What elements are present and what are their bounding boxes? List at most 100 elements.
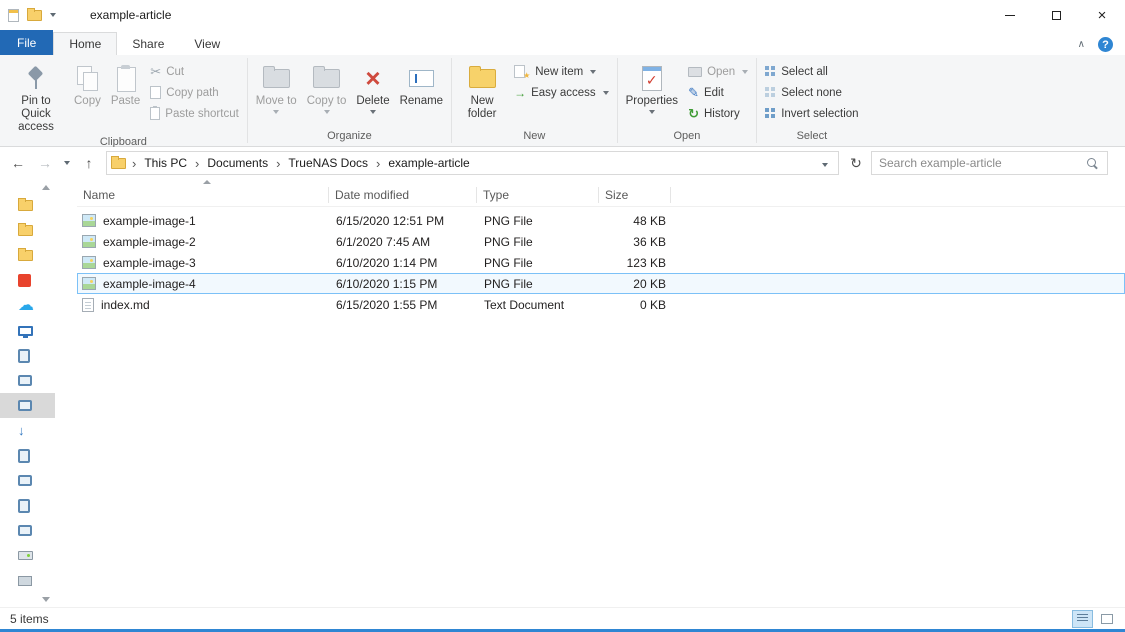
new-group-label: New — [452, 129, 617, 146]
device-icon — [18, 400, 32, 411]
refresh-icon: ↻ — [850, 155, 862, 172]
paste-shortcut-button[interactable]: Paste shortcut — [145, 103, 244, 124]
up-button[interactable]: ↑ — [77, 151, 101, 175]
sidebar-item-device[interactable] — [0, 368, 55, 393]
delete-button[interactable]: × Delete — [351, 58, 394, 114]
recent-locations-button[interactable] — [60, 161, 74, 165]
select-all-button[interactable]: Select all — [760, 61, 863, 82]
copy-button[interactable]: Copy — [69, 58, 106, 108]
minimize-button[interactable] — [987, 0, 1033, 30]
crumb-separator-icon: › — [370, 156, 386, 171]
new-folder-button[interactable]: New folder — [455, 58, 509, 121]
details-view-icon — [1077, 614, 1088, 623]
tab-view[interactable]: View — [179, 33, 235, 55]
open-button[interactable]: Open — [683, 61, 753, 82]
file-list: Name Date modified Type Size example-ima… — [55, 179, 1125, 607]
easy-access-button[interactable]: → Easy access — [509, 82, 614, 103]
cloud-icon: ☁ — [18, 299, 34, 313]
tab-file[interactable]: File — [0, 30, 53, 55]
pin-to-quick-access-button[interactable]: Pin to Quick access — [3, 58, 69, 134]
file-row[interactable]: example-image-3 6/10/2020 1:14 PM PNG Fi… — [77, 252, 1125, 273]
forward-button[interactable]: → — [33, 151, 57, 175]
new-item-button[interactable]: ★ New item — [509, 61, 614, 82]
file-row[interactable]: index.md 6/15/2020 1:55 PM Text Document… — [77, 294, 1125, 315]
png-file-icon — [82, 256, 96, 269]
sidebar-item-device[interactable] — [0, 468, 55, 493]
breadcrumb-this-pc[interactable]: This PC — [142, 156, 189, 170]
device-icon — [18, 499, 30, 513]
file-row-selected[interactable]: example-image-4 6/10/2020 1:15 PM PNG Fi… — [77, 273, 1125, 294]
scroll-down-icon — [42, 597, 50, 602]
sidebar-item-device[interactable] — [0, 518, 55, 543]
file-row[interactable]: example-image-2 6/1/2020 7:45 AM PNG Fil… — [77, 231, 1125, 252]
history-button[interactable]: ↻ History — [683, 103, 753, 124]
column-header-size[interactable]: Size — [599, 187, 671, 203]
folder-icon[interactable] — [27, 10, 42, 21]
file-row[interactable]: example-image-1 6/15/2020 12:51 PM PNG F… — [77, 210, 1125, 231]
search-input[interactable] — [872, 156, 1086, 170]
sidebar-item-this-pc[interactable] — [0, 318, 55, 343]
invert-selection-button[interactable]: Invert selection — [760, 103, 863, 124]
qat-customize-icon[interactable] — [50, 13, 56, 17]
copy-to-button[interactable]: Copy to — [302, 58, 352, 114]
properties-button[interactable]: ✓ Properties — [621, 58, 683, 114]
details-view-button[interactable] — [1072, 610, 1093, 628]
edit-button[interactable]: ✎ Edit — [683, 82, 753, 103]
breadcrumb-example-article[interactable]: example-article — [386, 156, 471, 170]
close-button[interactable]: × — [1079, 0, 1125, 30]
sidebar-item-quick-access-folder[interactable] — [0, 193, 55, 218]
text-document-icon — [82, 298, 94, 312]
breadcrumb[interactable]: › This PC › Documents › TrueNAS Docs › e… — [106, 151, 839, 175]
nav-scroll-up[interactable] — [0, 181, 55, 193]
check-icon: ✓ — [646, 72, 658, 89]
nav-scroll-down[interactable] — [0, 593, 55, 605]
column-header-date-modified[interactable]: Date modified — [329, 187, 477, 203]
column-header-name[interactable]: Name — [77, 187, 329, 203]
sidebar-item-device[interactable] — [0, 493, 55, 518]
address-dropdown-icon[interactable] — [816, 154, 834, 172]
sidebar-item-app[interactable] — [0, 268, 55, 293]
properties-icon[interactable] — [8, 9, 19, 22]
monitor-icon — [18, 326, 33, 336]
sidebar-item-onedrive[interactable]: ☁ — [0, 293, 55, 318]
tab-share[interactable]: Share — [117, 33, 179, 55]
copy-path-button[interactable]: Copy path — [145, 82, 244, 103]
thumbnails-view-button[interactable] — [1096, 610, 1117, 628]
sidebar-item-device[interactable] — [0, 443, 55, 468]
select-group-label: Select — [757, 129, 866, 146]
copy-icon — [75, 65, 99, 91]
refresh-button[interactable]: ↻ — [844, 151, 868, 175]
sidebar-item-drive[interactable] — [0, 543, 55, 568]
maximize-button[interactable] — [1033, 0, 1079, 30]
help-icon[interactable]: ? — [1098, 37, 1113, 52]
collapse-ribbon-icon[interactable]: ∧ — [1078, 39, 1085, 50]
tab-home[interactable]: Home — [53, 32, 117, 55]
back-button[interactable]: ← — [6, 151, 30, 175]
sidebar-item-network[interactable] — [0, 568, 55, 593]
paste-button[interactable]: Paste — [106, 58, 145, 108]
file-explorer-window: example-article × File Home Share View ∧… — [0, 0, 1125, 632]
column-header-type[interactable]: Type — [477, 187, 599, 203]
breadcrumb-documents[interactable]: Documents — [205, 156, 270, 170]
device-icon — [18, 449, 30, 463]
folder-icon — [18, 250, 33, 261]
sidebar-item-selected[interactable] — [0, 393, 55, 418]
cut-button[interactable]: ✂ Cut — [145, 61, 244, 82]
sidebar-item-downloads[interactable]: ↓ — [0, 418, 55, 443]
ribbon-group-clipboard: Pin to Quick access Copy Paste ✂ Cut — [0, 55, 247, 146]
column-headers: Name Date modified Type Size — [77, 183, 1125, 207]
rename-button[interactable]: Rename — [395, 58, 448, 108]
address-bar: ← → ↑ › This PC › Documents › TrueNAS Do… — [0, 147, 1125, 179]
select-all-icon — [765, 66, 776, 77]
sidebar-item-device[interactable] — [0, 343, 55, 368]
search-icon[interactable] — [1086, 157, 1099, 170]
sidebar-item-folder[interactable] — [0, 218, 55, 243]
png-file-icon — [82, 214, 96, 227]
folder-icon — [18, 200, 33, 211]
navigation-items: ☁ ↓ — [0, 193, 55, 593]
sidebar-item-folder[interactable] — [0, 243, 55, 268]
move-to-button[interactable]: Move to — [251, 58, 302, 114]
crumb-separator-icon: › — [270, 156, 286, 171]
select-none-button[interactable]: Select none — [760, 82, 863, 103]
breadcrumb-truenas-docs[interactable]: TrueNAS Docs — [286, 156, 370, 170]
